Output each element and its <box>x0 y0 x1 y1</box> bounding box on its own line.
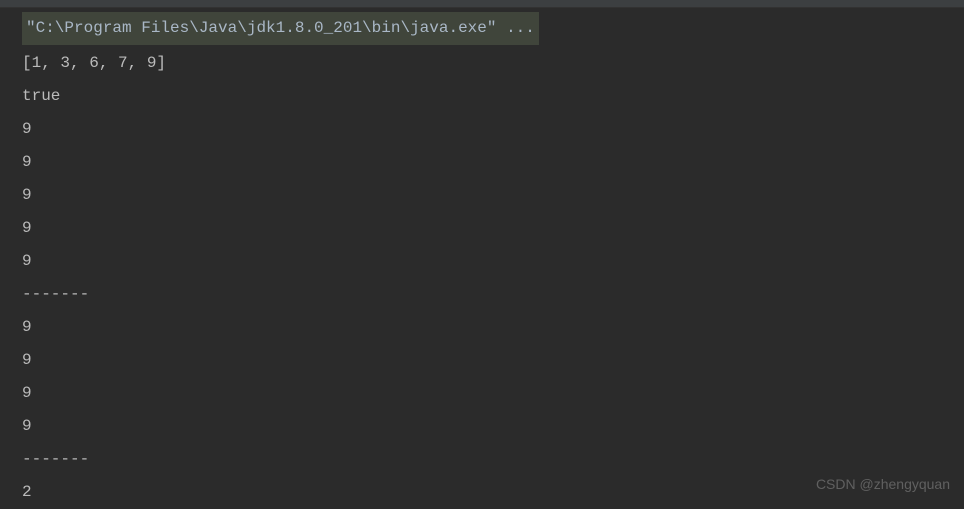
output-line: [1, 3, 6, 7, 9] <box>22 47 964 80</box>
output-line: 9 <box>22 113 964 146</box>
output-line: 9 <box>22 311 964 344</box>
output-line: 9 <box>22 179 964 212</box>
output-line: 9 <box>22 146 964 179</box>
java-command: "C:\Program Files\Java\jdk1.8.0_201\bin\… <box>22 12 539 45</box>
output-line: ------- <box>22 278 964 311</box>
output-line: 9 <box>22 377 964 410</box>
console-output-area[interactable]: "C:\Program Files\Java\jdk1.8.0_201\bin\… <box>0 8 964 509</box>
output-line: 9 <box>22 212 964 245</box>
command-execution-line: "C:\Program Files\Java\jdk1.8.0_201\bin\… <box>22 12 964 47</box>
output-line: 9 <box>22 245 964 278</box>
output-line: 9 <box>22 410 964 443</box>
output-line: 9 <box>22 344 964 377</box>
output-line: ------- <box>22 443 964 476</box>
csdn-watermark: CSDN @zhengyquan <box>816 476 950 492</box>
output-line: true <box>22 80 964 113</box>
window-top-bar <box>0 0 964 8</box>
